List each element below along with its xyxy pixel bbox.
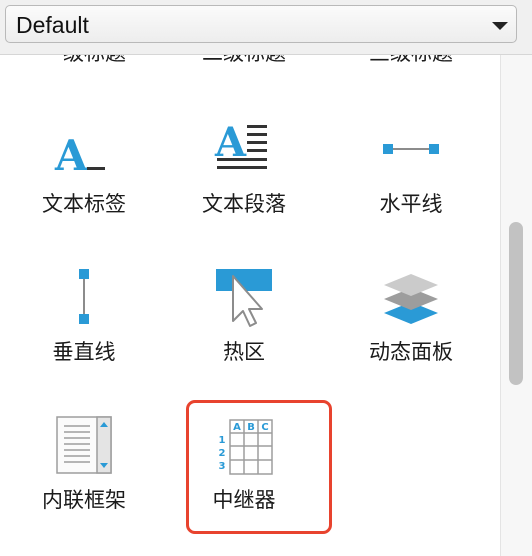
- horizontal-line-icon: [383, 144, 439, 154]
- repeater-row-3: 3: [219, 461, 226, 472]
- library-dropdown-value: Default: [16, 12, 89, 38]
- widget-text-label[interactable]: A 文本标签: [0, 115, 168, 263]
- widget-label-heading-1[interactable]: 一级标题: [0, 55, 168, 65]
- widget-horizontal-line[interactable]: 水平线: [327, 115, 495, 263]
- widget-library-pane: 一级标题 二级标题 三级标题 A 文本标签 A 文本段落 水平线: [0, 55, 500, 556]
- text-label-icon: A: [54, 131, 105, 179]
- repeater-row-2: 2: [219, 448, 226, 459]
- dynamic-panel-icon: [384, 274, 438, 324]
- widget-label: 内联框架: [42, 488, 126, 512]
- widget-label: 文本段落: [202, 192, 286, 216]
- chevron-down-icon[interactable]: [492, 22, 508, 30]
- repeater-icon: A B C 1 2 3: [219, 419, 273, 475]
- widget-text-paragraph[interactable]: A 文本段落: [160, 115, 328, 263]
- library-dropdown[interactable]: Default: [5, 5, 517, 43]
- scrollbar-thumb[interactable]: [509, 222, 523, 385]
- repeater-header-c: C: [261, 422, 268, 433]
- repeater-header-a: A: [233, 422, 241, 433]
- text-paragraph-icon: A: [214, 119, 267, 169]
- text-label-glyph: A: [54, 131, 89, 179]
- widget-dynamic-panel[interactable]: 动态面板: [327, 263, 495, 411]
- vertical-scrollbar[interactable]: [500, 55, 532, 556]
- widget-label: 垂直线: [52, 340, 116, 364]
- repeater-row-1: 1: [219, 435, 226, 446]
- widget-label: 热区: [223, 340, 265, 364]
- widget-label: 动态面板: [369, 340, 453, 364]
- widget-label-heading-3[interactable]: 三级标题: [327, 55, 495, 65]
- hotspot-icon: [216, 269, 272, 327]
- widget-label: 水平线: [379, 192, 443, 216]
- widget-label-heading-2[interactable]: 二级标题: [160, 55, 328, 65]
- widget-vertical-line[interactable]: 垂直线: [0, 263, 168, 411]
- widget-repeater[interactable]: A B C 1 2 3 中继器: [160, 411, 328, 556]
- widget-label: 中继器: [212, 488, 276, 512]
- vertical-line-icon: [79, 269, 89, 324]
- widget-label: 文本标签: [42, 192, 126, 216]
- library-selector-bar: Default: [0, 0, 532, 55]
- widget-hotspot[interactable]: 热区: [160, 263, 328, 411]
- widget-inline-frame[interactable]: 内联框架: [0, 411, 168, 556]
- repeater-header-b: B: [247, 422, 255, 433]
- inline-frame-icon: [56, 416, 112, 474]
